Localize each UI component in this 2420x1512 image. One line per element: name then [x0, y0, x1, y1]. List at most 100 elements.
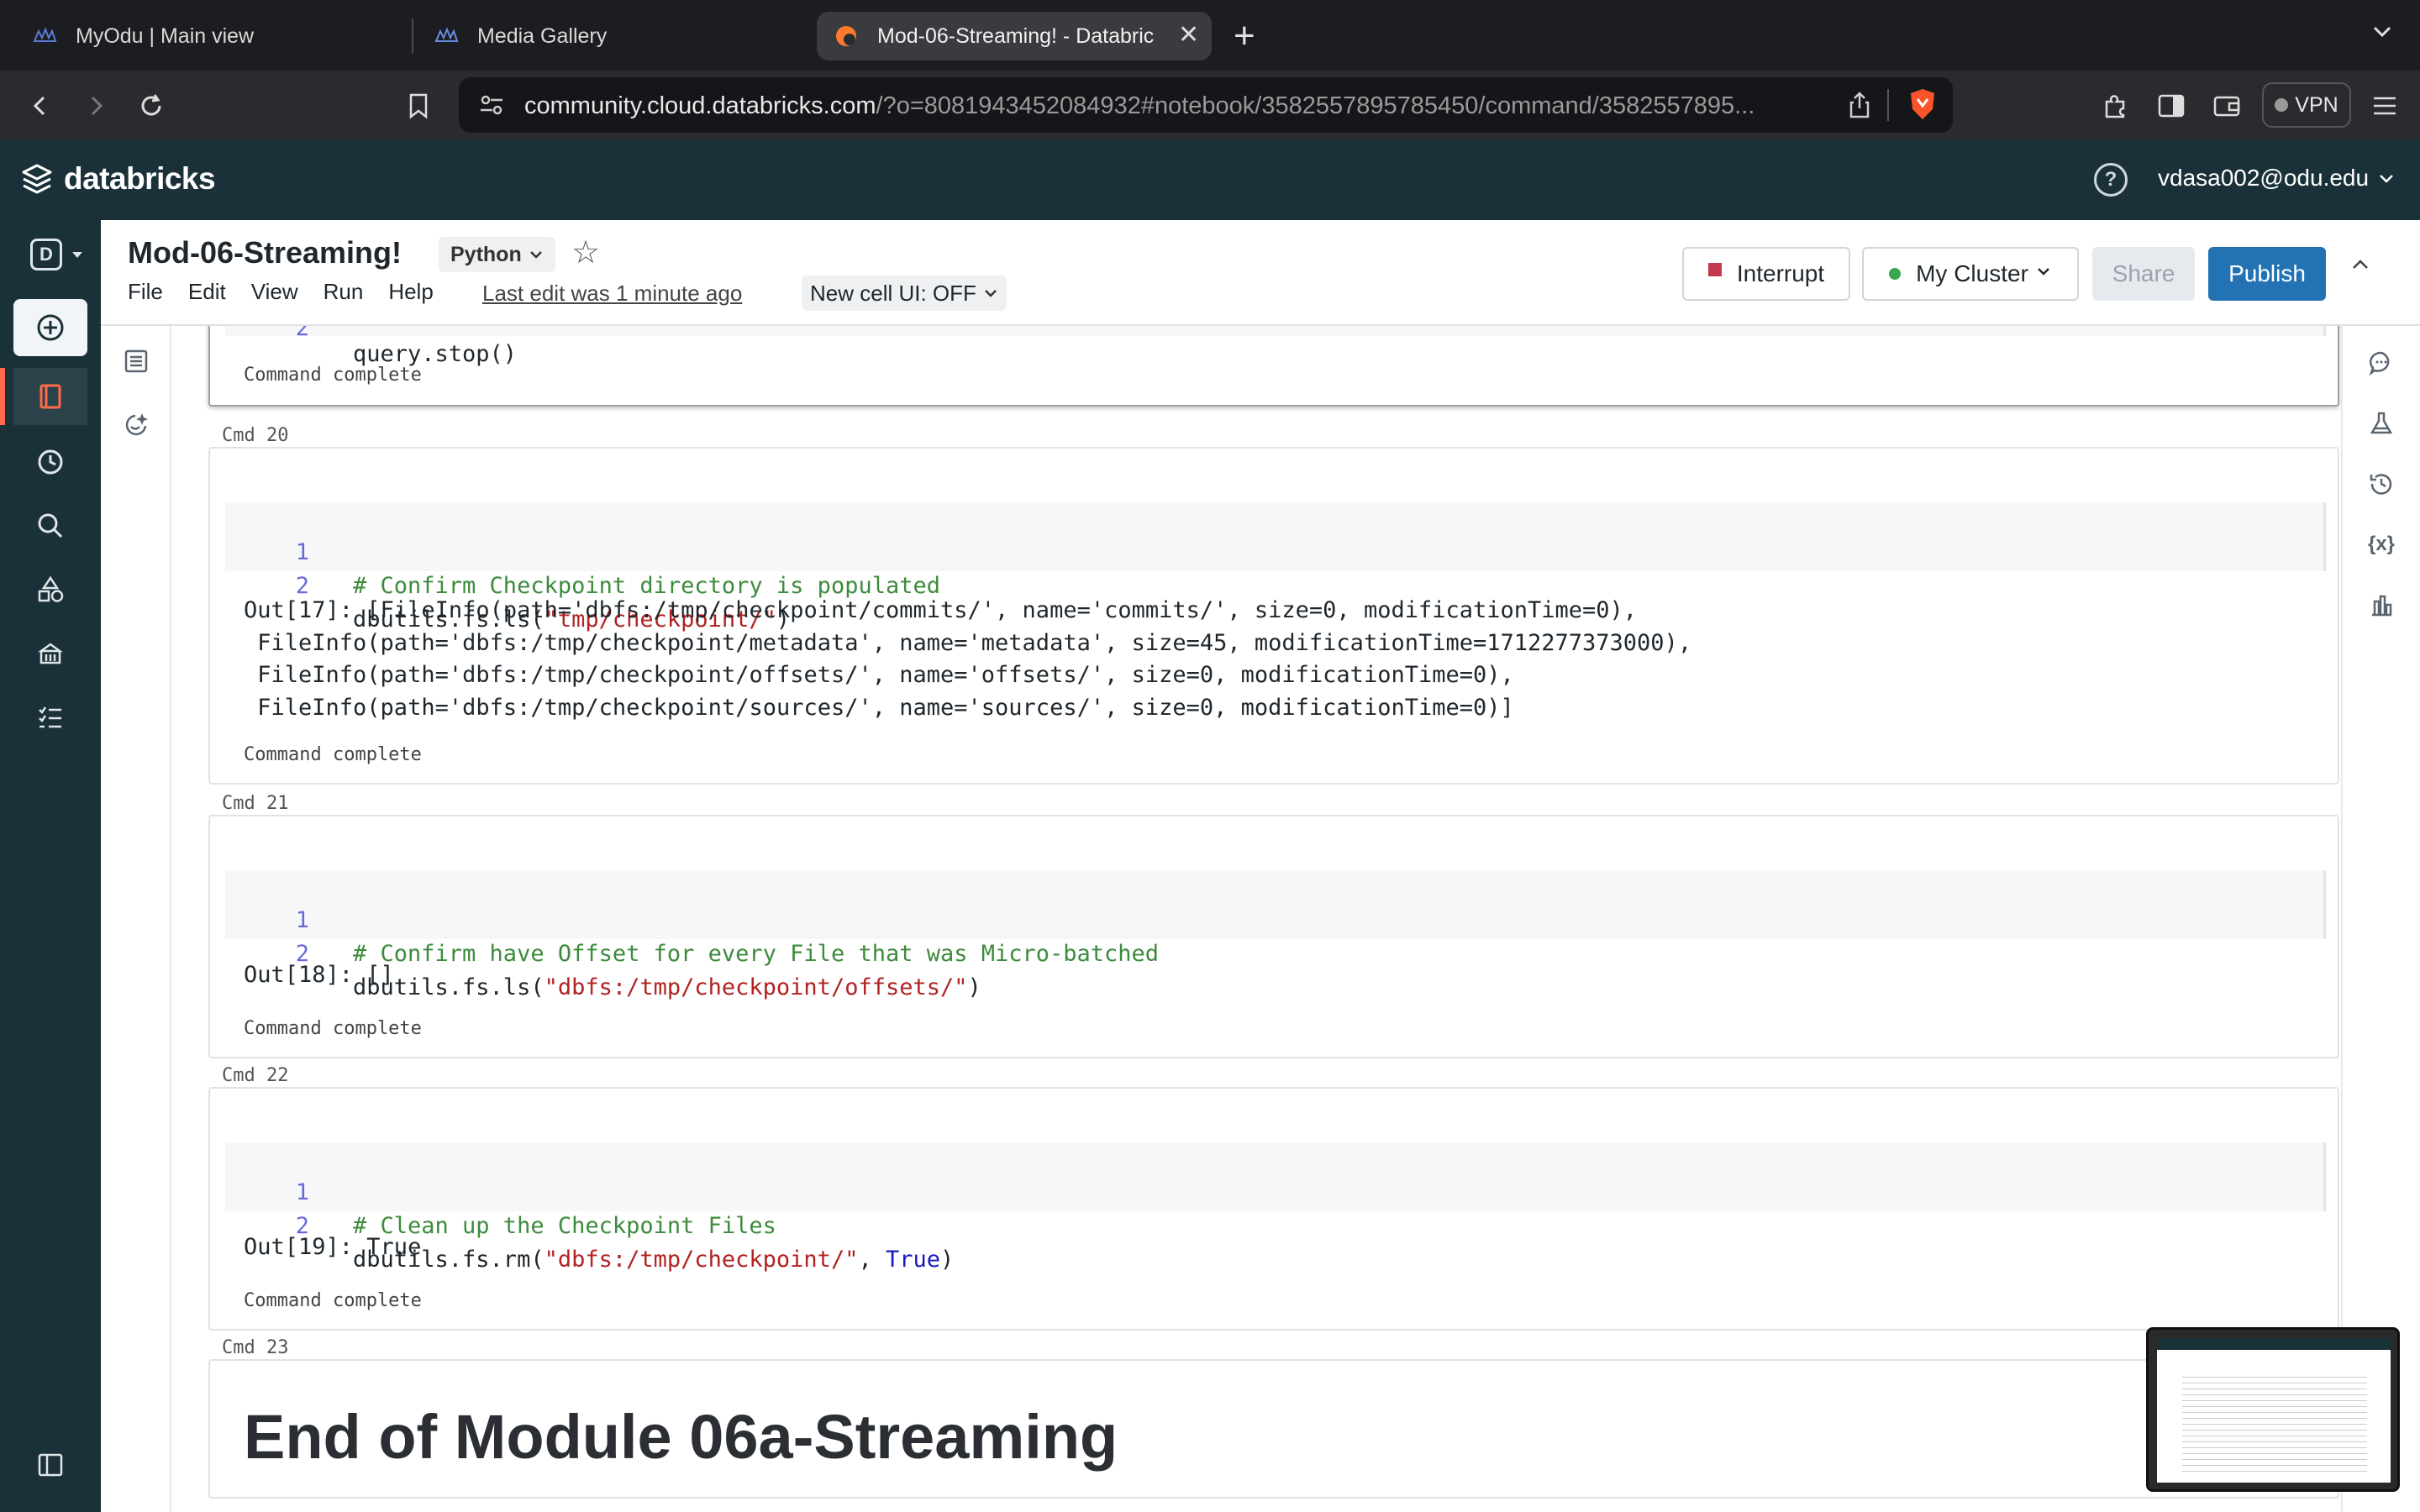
address-bar[interactable]: community.cloud.databricks.com/?o=808194…	[459, 77, 1953, 133]
revision-history-icon[interactable]	[2365, 467, 2398, 501]
markdown-cell[interactable]: End of Module 06a-Streaming	[208, 1359, 2339, 1499]
chevron-down-icon	[529, 251, 542, 259]
cmd-label: Cmd 20	[222, 425, 289, 446]
help-icon[interactable]: ?	[2094, 163, 2128, 197]
command-status: Command complete	[244, 744, 422, 765]
cmd-label: Cmd 21	[222, 793, 289, 814]
comments-icon[interactable]	[2365, 346, 2398, 380]
bookmark-icon[interactable]	[400, 87, 437, 124]
notebook-cell[interactable]: 1 # Clean up the Checkpoint Files 2 dbut…	[208, 1087, 2339, 1331]
url-host: community.cloud.databricks.com	[524, 92, 876, 119]
chevron-down-icon	[2038, 268, 2049, 276]
last-edit-link[interactable]: Last edit was 1 minute ago	[482, 281, 742, 307]
back-icon[interactable]	[22, 87, 59, 124]
code-line: 2 dbutils.fs.rm("dbfs:/tmp/checkpoint/",…	[225, 1176, 955, 1273]
code-editor[interactable]: 2 query.stop()	[225, 326, 2326, 367]
collapse-sidebar-icon[interactable]	[13, 1436, 87, 1494]
favorite-star-icon[interactable]: ☆	[571, 234, 600, 271]
user-menu[interactable]: vdasa002@odu.edu	[2158, 165, 2396, 192]
browser-menu-icon[interactable]	[2366, 87, 2403, 124]
code-comment: # Confirm have Offset for every File tha…	[353, 941, 1160, 967]
output-line: FileInfo(path='dbfs:/tmp/checkpoint/sour…	[244, 694, 1514, 721]
forward-icon[interactable]	[77, 87, 114, 124]
cluster-label: My Cluster	[1916, 260, 2028, 286]
code-editor[interactable]: 1 # Confirm have Offset for every File t…	[225, 870, 2326, 1000]
vpn-label: VPN	[2295, 92, 2338, 117]
new-cell-ui-toggle[interactable]: New cell UI: OFF	[802, 276, 1007, 311]
new-tab-button[interactable]: +	[1234, 15, 1255, 57]
wallet-icon[interactable]	[2208, 87, 2245, 124]
databricks-logo-icon	[22, 164, 52, 194]
cluster-selector[interactable]: My Cluster	[1862, 247, 2079, 301]
thumbnail-header	[2157, 1338, 2391, 1350]
interrupt-button[interactable]: Interrupt	[1682, 247, 1850, 301]
site-settings-icon[interactable]	[477, 91, 506, 123]
code-keyword: True	[885, 1247, 940, 1273]
browser-tab-strip: MyOdu | Main view Media Gallery Mod-06-S…	[0, 0, 2420, 71]
search-icon[interactable]	[13, 497, 87, 554]
menu-edit[interactable]: Edit	[188, 279, 226, 305]
menu-file[interactable]: File	[128, 279, 163, 305]
browser-tab-myodu[interactable]: MyOdu | Main view	[24, 12, 393, 60]
odu-icon	[32, 24, 57, 49]
databricks-logo[interactable]: databricks	[20, 161, 216, 197]
code-line: 1 # Clean up the Checkpoint Files	[225, 1142, 776, 1239]
notebook-title[interactable]: Mod-06-Streaming!	[128, 235, 402, 270]
code-text: )	[940, 1247, 955, 1273]
catalog-shapes-icon[interactable]	[13, 561, 87, 618]
left-sidebar: D	[0, 220, 101, 1512]
gallery-icon	[434, 24, 459, 49]
code-text: ,	[858, 1247, 886, 1273]
browser-tab-media-gallery[interactable]: Media Gallery	[430, 12, 800, 60]
share-page-icon[interactable]	[1847, 91, 1872, 123]
close-tab-icon[interactable]: ✕	[1178, 20, 1199, 50]
variables-icon[interactable]: {x}	[2365, 528, 2398, 561]
active-indicator	[0, 368, 5, 425]
notebook-cell[interactable]: 2 query.stop() Command complete	[208, 326, 2339, 407]
code-editor[interactable]: 1 # Confirm Checkpoint directory is popu…	[225, 502, 2326, 633]
notebook-cell[interactable]: 1 # Confirm Checkpoint directory is popu…	[208, 447, 2339, 785]
menu-view[interactable]: View	[251, 279, 298, 305]
share-button[interactable]: Share	[2092, 247, 2195, 301]
experiments-flask-icon[interactable]	[2365, 407, 2398, 440]
urlbar-divider	[1887, 89, 1889, 121]
tab-list-chevron-icon[interactable]	[2370, 18, 2395, 48]
cmd-label: Cmd 22	[222, 1065, 289, 1086]
workspace-switcher[interactable]: D	[30, 239, 86, 270]
cmd-label: Cmd 23	[222, 1337, 289, 1358]
vpn-button[interactable]: VPN	[2262, 82, 2351, 128]
browser-toolbar: community.cloud.databricks.com/?o=808194…	[0, 71, 2420, 139]
screenshot-thumbnail[interactable]	[2146, 1327, 2400, 1492]
language-label: Python	[450, 242, 522, 266]
brave-shield-icon[interactable]	[1907, 87, 1938, 125]
browser-tab-databricks[interactable]: Mod-06-Streaming! - Databric ✕	[817, 12, 1212, 60]
workspace-icon[interactable]	[0, 368, 87, 425]
collapse-header-icon[interactable]	[2349, 254, 2371, 280]
notebook-menu-bar: File Edit View Run Help	[128, 279, 459, 305]
sidebar-toggle-icon[interactable]	[2153, 87, 2190, 124]
line-number: 2	[295, 326, 309, 341]
extensions-icon[interactable]	[2097, 87, 2134, 124]
compute-cluster-icon[interactable]	[13, 625, 87, 682]
code-editor[interactable]: 1 # Clean up the Checkpoint Files 2 dbut…	[225, 1142, 2326, 1273]
menu-help[interactable]: Help	[388, 279, 433, 305]
tab-title: Media Gallery	[477, 24, 608, 48]
tab-title: MyOdu | Main view	[76, 24, 255, 48]
code-line: 2 dbutils.fs.ls("dbfs:/tmp/checkpoint/of…	[225, 904, 981, 1000]
output-line: FileInfo(path='dbfs:/tmp/checkpoint/meta…	[244, 629, 1692, 656]
cell-output: Out[17]: [FileInfo(path='dbfs:/tmp/check…	[244, 595, 1691, 724]
reload-icon[interactable]	[133, 87, 170, 124]
assistant-sparkle-icon[interactable]	[119, 408, 153, 442]
notebook-cell[interactable]: 1 # Confirm have Offset for every File t…	[208, 815, 2339, 1058]
recents-clock-icon[interactable]	[13, 433, 87, 491]
publish-button[interactable]: Publish	[2208, 247, 2326, 301]
code-line: 1 # Confirm Checkpoint directory is popu…	[225, 502, 940, 599]
jobs-list-icon[interactable]	[13, 689, 87, 746]
language-selector[interactable]: Python	[439, 237, 555, 272]
command-status: Command complete	[244, 1018, 422, 1039]
new-create-icon[interactable]	[13, 299, 87, 356]
table-of-contents-icon[interactable]	[119, 344, 153, 378]
menu-run[interactable]: Run	[324, 279, 364, 305]
command-status: Command complete	[244, 365, 422, 386]
data-bar-chart-icon[interactable]	[2365, 588, 2398, 622]
